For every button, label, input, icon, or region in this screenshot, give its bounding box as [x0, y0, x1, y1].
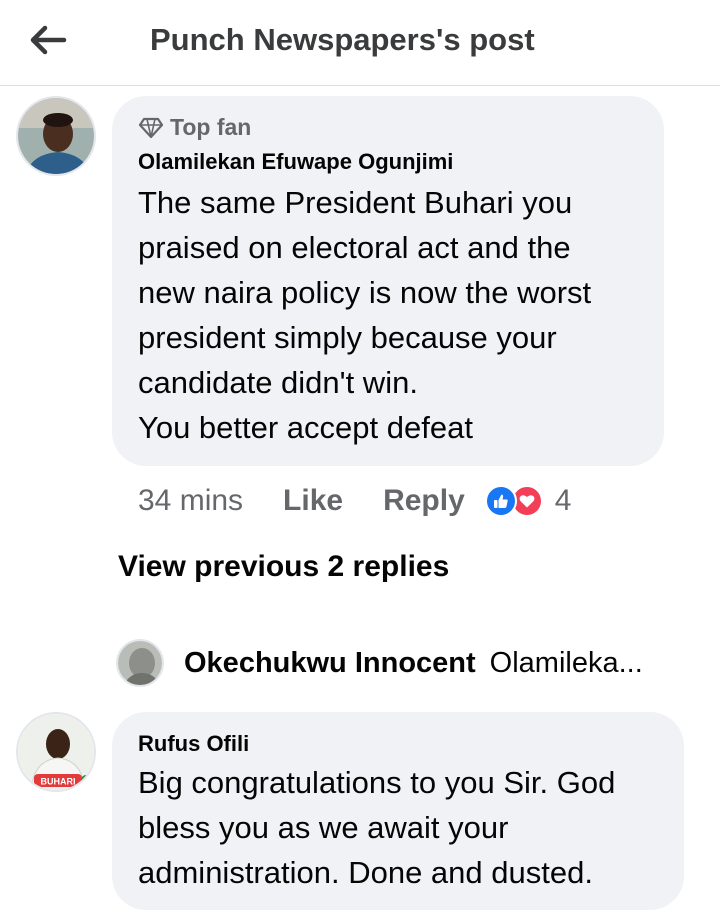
- reactions-summary[interactable]: 4: [484, 484, 572, 518]
- reaction-count: 4: [554, 484, 572, 517]
- comment-author[interactable]: Olamilekan Efuwape Ogunjimi: [138, 149, 453, 175]
- avatar-photo: [18, 98, 94, 174]
- avatar-photo: BUHARI: [18, 714, 94, 790]
- comment-timestamp[interactable]: 34 mins: [138, 484, 243, 518]
- comment-line: You better accept defeat: [138, 410, 473, 445]
- top-bar: Punch Newspapers's post: [0, 0, 720, 86]
- reply-avatar[interactable]: [116, 639, 164, 687]
- comment-line: administration. Done and dusted.: [138, 855, 593, 890]
- reply-author[interactable]: Okechukwu Innocent: [184, 647, 476, 680]
- comment-line: candidate didn't win.: [138, 365, 418, 400]
- arrow-left-icon: [30, 25, 67, 55]
- diamond-icon: [138, 117, 164, 138]
- comment-line: praised on electoral act and the: [138, 230, 571, 265]
- comment-text: The same President Buhari you praised on…: [138, 180, 591, 450]
- view-previous-replies-link[interactable]: View previous 2 replies: [118, 550, 449, 584]
- comment-author[interactable]: Rufus Ofili: [138, 731, 249, 757]
- avatar[interactable]: [16, 96, 96, 176]
- reply-snippet: Olamileka...: [489, 646, 643, 679]
- comment-line: Big congratulations to you Sir. God: [138, 765, 616, 800]
- page-title: Punch Newspapers's post: [150, 22, 535, 57]
- avatar[interactable]: BUHARI: [16, 712, 96, 792]
- comment-line: president simply because your: [138, 320, 557, 355]
- comment-actions: 34 mins Like Reply 4: [138, 478, 571, 524]
- comment-line: The same President Buhari you: [138, 185, 573, 220]
- comment-bubble: Rufus Ofili Big congratulations to you S…: [112, 712, 684, 910]
- reply-avatar-photo: [118, 641, 162, 685]
- avatar-badge-text: BUHARI: [41, 777, 76, 787]
- comment-text: Big congratulations to you Sir. God bles…: [138, 760, 615, 895]
- comment-line: bless you as we await your: [138, 810, 509, 845]
- reply-preview[interactable]: Okechukwu Innocent Olamileka...: [116, 638, 643, 688]
- comment-bubble: Top fan Olamilekan Efuwape Ogunjimi The …: [112, 96, 664, 466]
- like-icon: [484, 485, 517, 517]
- like-button[interactable]: Like: [283, 484, 343, 518]
- top-fan-badge: Top fan: [138, 114, 251, 141]
- reply-button[interactable]: Reply: [383, 484, 465, 518]
- comment-line: new naira policy is now the worst: [138, 275, 592, 310]
- top-fan-label: Top fan: [170, 114, 252, 140]
- back-button[interactable]: [24, 20, 72, 60]
